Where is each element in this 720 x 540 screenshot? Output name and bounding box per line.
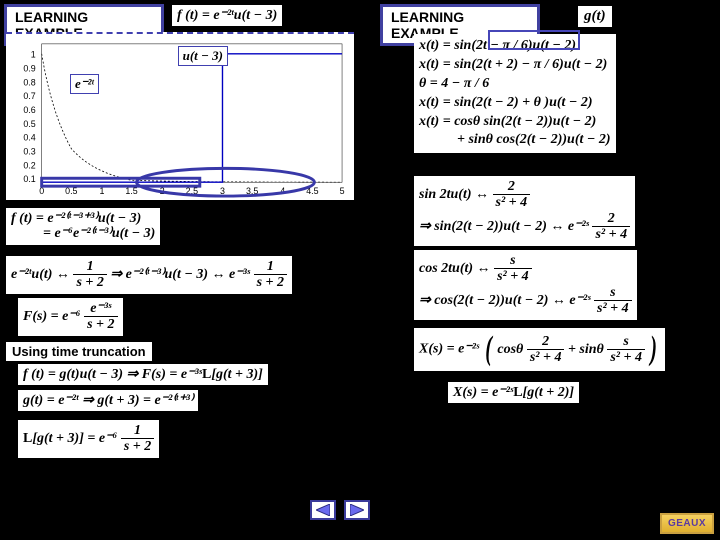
eq-Xs: X(s) = e⁻²ˢ cosθ 2s² + 4 + sinθ ss² + 4 (414, 328, 665, 371)
svg-text:0.7: 0.7 (23, 91, 35, 101)
next-button[interactable] (344, 500, 370, 520)
triangle-right-icon (350, 504, 364, 516)
subsection-truncation: Using time truncation (6, 342, 152, 361)
eq-trunc-2: g(t) = e⁻²ᵗ ⇒ g(t + 3) = e⁻²⁽ᵗ⁺³⁾ (18, 390, 198, 411)
svg-text:0.6: 0.6 (23, 105, 35, 115)
svg-text:1: 1 (31, 50, 36, 60)
svg-text:0.9: 0.9 (23, 64, 35, 74)
annotation-step: u(t − 3) (178, 46, 228, 66)
gt-label: g(t) (578, 6, 612, 27)
svg-text:0.5: 0.5 (23, 119, 35, 129)
nav-buttons (310, 500, 370, 520)
geaux-badge[interactable]: GEAUX (660, 513, 714, 534)
eq-trunc-1: f (t) = g(t)u(t − 3) ⇒ F(s) = e⁻³ˢL[g(t … (18, 364, 268, 385)
svg-text:0.3: 0.3 (23, 147, 35, 157)
signal-plot: 0.1 0.2 0.3 0.4 0.5 0.6 0.7 0.8 0.9 1 0 … (6, 32, 354, 200)
ft-definition: f (t) = e⁻²ᵗu(t − 3) (172, 5, 282, 26)
svg-text:0.8: 0.8 (23, 77, 35, 87)
triangle-left-icon (316, 504, 330, 516)
eq-x-expand: x(t) = sin(2t − π / 6)u(t − 2) x(t) = si… (414, 34, 616, 153)
svg-text:0.1: 0.1 (23, 174, 35, 184)
svg-text:0.2: 0.2 (23, 160, 35, 170)
eq-f-expand: f (t) = e⁻²⁽ᵗ⁻³⁺³⁾u(t − 3) = e⁻⁶e⁻²⁽ᵗ⁻³⁾… (6, 208, 160, 245)
eq-Fs: F(s) = e⁻⁶ e⁻³ˢs + 2 (18, 298, 123, 336)
annotation-exp: e⁻²ᵗ (70, 74, 99, 94)
eq-Xs-laplace: X(s) = e⁻²ˢL[g(t + 2)] (448, 382, 579, 403)
svg-text:0.4: 0.4 (23, 133, 35, 143)
eq-cos-pair: cos 2tu(t) ↔ ss² + 4 ⇒ cos(2(t − 2))u(t … (414, 250, 637, 320)
eq-trunc-3: L[g(t + 3)] = e⁻⁶ 1s + 2 (18, 420, 159, 458)
svg-text:5: 5 (340, 186, 345, 196)
prev-button[interactable] (310, 500, 336, 520)
eq-sin-pair: sin 2tu(t) ↔ 2s² + 4 ⇒ sin(2(t − 2))u(t … (414, 176, 635, 246)
eq-transform-pair: e⁻²ᵗu(t) ↔ 1s + 2 ⇒ e⁻²⁽ᵗ⁻³⁾u(t − 3) ↔ e… (6, 256, 292, 294)
